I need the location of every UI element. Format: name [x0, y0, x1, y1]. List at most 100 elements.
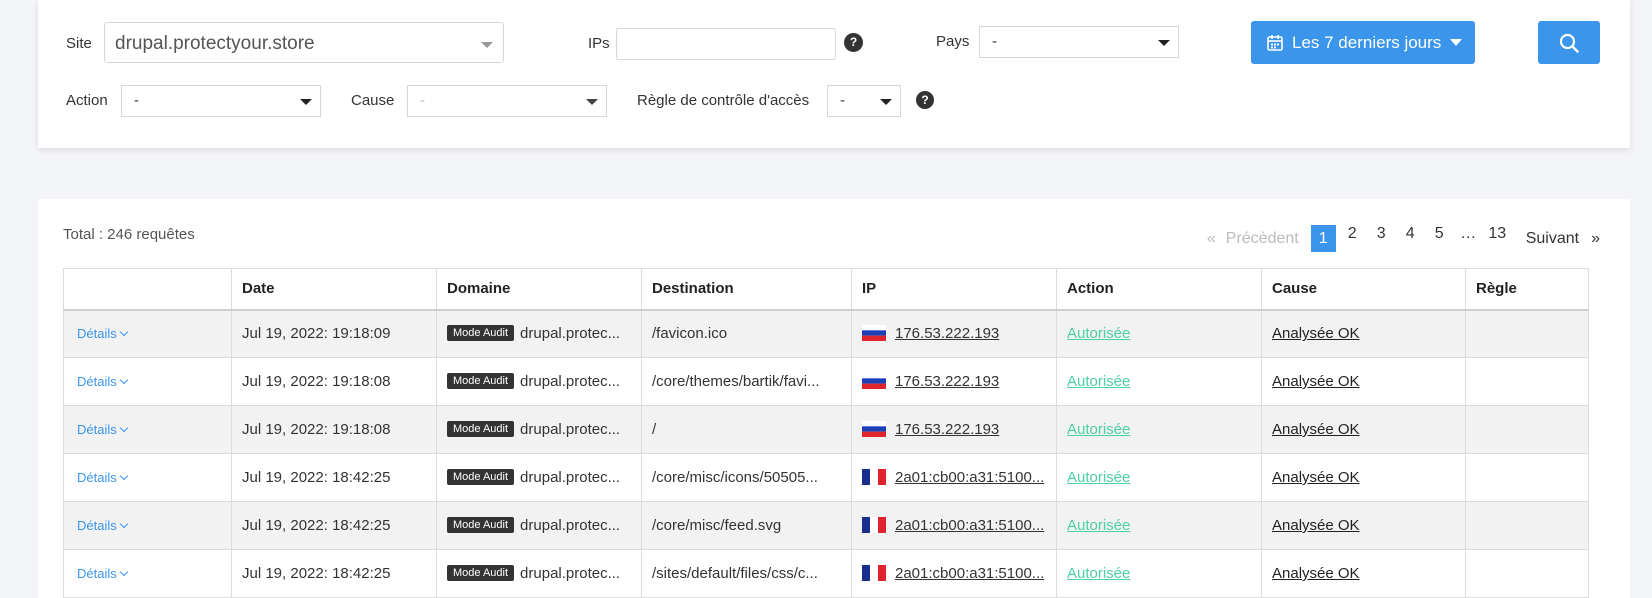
search-button[interactable]	[1538, 21, 1600, 64]
cause-link[interactable]: Analysée OK	[1272, 325, 1360, 342]
page-link[interactable]: 1	[1310, 225, 1336, 252]
domain-text: drupal.protec...	[520, 373, 621, 390]
regle-select[interactable]: -	[827, 85, 901, 117]
destination-cell: /favicon.ico	[641, 309, 852, 358]
filter-panel: Site drupal.protectyour.store IPs ? Pays…	[38, 0, 1630, 148]
action-select[interactable]: -	[121, 85, 321, 117]
domain-cell: Mode Audit drupal.protec...	[436, 549, 642, 598]
details-toggle[interactable]: Détails	[77, 422, 128, 437]
action-cell: Autorisée	[1056, 453, 1262, 502]
cause-link[interactable]: Analysée OK	[1272, 517, 1360, 534]
action-link[interactable]: Autorisée	[1067, 517, 1130, 534]
column-header-ip[interactable]: IP	[851, 268, 1057, 311]
ip-link[interactable]: 2a01:cb00:a31:5100...	[895, 565, 1044, 582]
next-arrow[interactable]: »	[1591, 230, 1600, 248]
cause-cell: Analysée OK	[1261, 357, 1466, 406]
details-toggle[interactable]: Détails	[77, 566, 128, 581]
page-link[interactable]: 3	[1369, 225, 1394, 252]
requests-panel: Total : 246 requêtes « Précèdent 1 2 3 4 5… 1…	[38, 199, 1630, 598]
ip-link[interactable]: 2a01:cb00:a31:5100...	[895, 517, 1044, 534]
ip-cell: 176.53.222.193	[851, 405, 1057, 454]
cause-select[interactable]: -	[407, 85, 607, 117]
details-toggle[interactable]: Détails	[77, 374, 128, 389]
mode-audit-badge: Mode Audit	[447, 517, 515, 533]
page-link[interactable]: 13	[1485, 225, 1510, 252]
chevron-down-icon	[880, 99, 892, 105]
ru-flag-icon	[862, 325, 886, 342]
cause-link[interactable]: Analysée OK	[1272, 373, 1360, 390]
cause-label: Cause	[351, 92, 395, 109]
date-range-button[interactable]: Les 7 derniers jours	[1251, 21, 1475, 64]
domain-text: drupal.protec...	[520, 517, 621, 534]
details-cell: Détails	[63, 309, 232, 358]
action-cell: Autorisée	[1056, 549, 1262, 598]
next-page-link[interactable]: Suivant	[1526, 230, 1579, 248]
table-row: Détails Jul 19, 2022: 18:42:25 Mode Audit d…	[63, 549, 1589, 598]
ip-cell: 2a01:cb00:a31:5100...	[851, 501, 1057, 550]
action-link[interactable]: Autorisée	[1067, 565, 1130, 582]
destination-cell: /sites/default/files/css/c...	[641, 549, 852, 598]
page-link[interactable]: 4	[1398, 225, 1423, 252]
site-select[interactable]: drupal.protectyour.store	[104, 22, 504, 63]
fr-flag-icon	[862, 565, 886, 581]
ip-link[interactable]: 176.53.222.193	[895, 373, 999, 390]
column-header-action[interactable]: Action	[1056, 268, 1262, 311]
regle-help-icon[interactable]: ?	[916, 91, 934, 109]
column-header-destination[interactable]: Destination	[641, 268, 852, 311]
mode-audit-badge: Mode Audit	[447, 421, 515, 437]
ip-link[interactable]: 176.53.222.193	[895, 421, 999, 438]
details-toggle[interactable]: Détails	[77, 470, 128, 485]
chevron-down-icon	[119, 375, 128, 385]
site-select-value: drupal.protectyour.store	[115, 33, 315, 54]
chevron-down-icon	[119, 471, 128, 481]
pays-select[interactable]: -	[979, 26, 1179, 58]
column-header-date[interactable]: Date	[231, 268, 437, 311]
search-icon	[1559, 33, 1579, 53]
page-list: 1 2 3 4 5 … 13	[1309, 225, 1512, 252]
details-cell: Détails	[63, 501, 232, 550]
cause-link[interactable]: Analysée OK	[1272, 565, 1360, 582]
chevron-down-icon	[481, 42, 493, 48]
table-row: Détails Jul 19, 2022: 18:42:25 Mode Audit d…	[63, 501, 1589, 550]
details-label: Détails	[77, 326, 117, 342]
destination-cell: /	[641, 405, 852, 454]
ips-input[interactable]	[616, 28, 836, 60]
column-header-regle[interactable]: Règle	[1465, 268, 1589, 311]
rule-cell	[1465, 549, 1589, 598]
chevron-down-icon	[119, 423, 128, 433]
details-cell: Détails	[63, 405, 232, 454]
action-link[interactable]: Autorisée	[1067, 325, 1130, 342]
date-cell: Jul 19, 2022: 19:18:09	[231, 309, 437, 358]
cause-cell: Analysée OK	[1261, 309, 1466, 358]
details-toggle[interactable]: Détails	[77, 518, 128, 533]
details-label: Détails	[77, 518, 117, 533]
column-header-cause[interactable]: Cause	[1261, 268, 1466, 311]
action-link[interactable]: Autorisée	[1067, 421, 1130, 438]
requests-table: Date Domaine Destination IP Action Cause…	[63, 268, 1589, 598]
page-ellipsis: …	[1460, 225, 1477, 242]
domain-text: drupal.protec...	[520, 421, 621, 438]
chevron-down-icon	[1158, 40, 1170, 46]
details-cell: Détails	[63, 549, 232, 598]
domain-cell: Mode Audit drupal.protec...	[436, 405, 642, 454]
cause-link[interactable]: Analysée OK	[1272, 469, 1360, 486]
action-link[interactable]: Autorisée	[1067, 469, 1130, 486]
domain-cell: Mode Audit drupal.protec...	[436, 309, 642, 358]
action-cell: Autorisée	[1056, 309, 1262, 358]
ips-help-icon[interactable]: ?	[844, 33, 863, 52]
details-cell: Détails	[63, 357, 232, 406]
page-link[interactable]: 5	[1427, 225, 1452, 252]
page-link[interactable]: 2	[1340, 225, 1365, 252]
details-toggle[interactable]: Détails	[77, 326, 128, 342]
table-row: Détails Jul 19, 2022: 19:18:09 Mode Audit d…	[63, 309, 1589, 358]
date-cell: Jul 19, 2022: 18:42:25	[231, 453, 437, 502]
cause-link[interactable]: Analysée OK	[1272, 421, 1360, 438]
pagination: « Précèdent 1 2 3 4 5 … 13 Suivant »	[1207, 225, 1600, 252]
pays-select-value: -	[992, 33, 997, 50]
ip-link[interactable]: 176.53.222.193	[895, 325, 999, 342]
prev-page-link[interactable]: Précèdent	[1226, 230, 1299, 248]
ip-link[interactable]: 2a01:cb00:a31:5100...	[895, 469, 1044, 486]
rule-cell	[1465, 357, 1589, 406]
column-header-domaine[interactable]: Domaine	[436, 268, 642, 311]
action-link[interactable]: Autorisée	[1067, 373, 1130, 390]
